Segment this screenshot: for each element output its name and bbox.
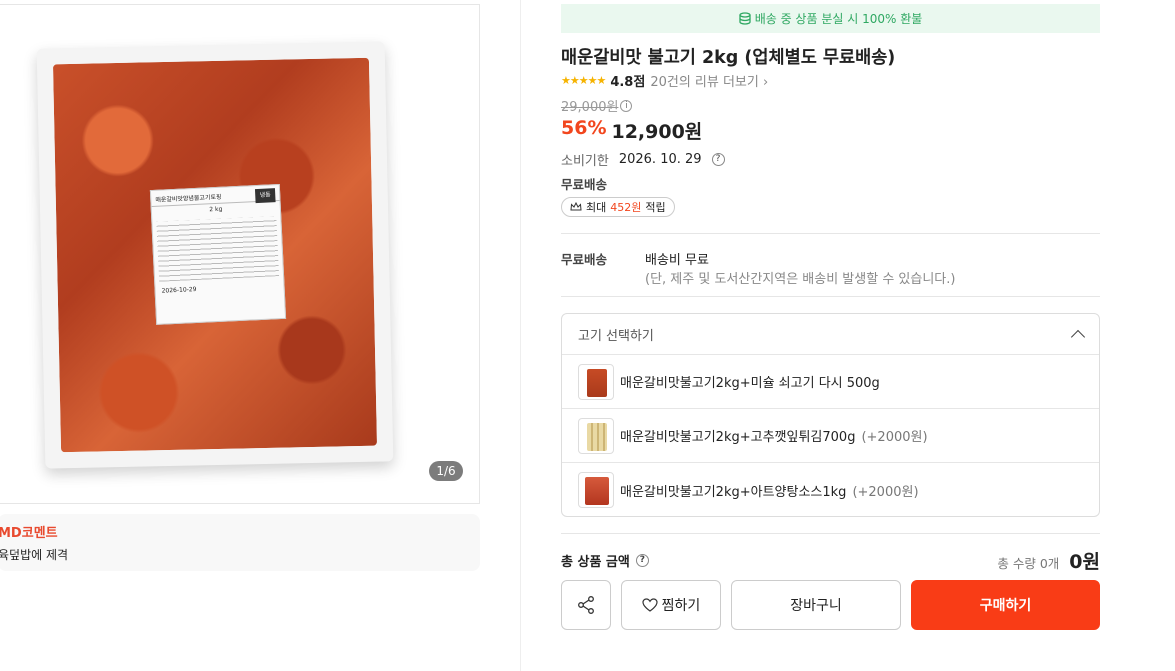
question-icon[interactable]: ? bbox=[635, 554, 649, 567]
info-icon[interactable]: i bbox=[620, 99, 633, 112]
total-price-label-row: 총 상품 금액 ? bbox=[561, 551, 649, 570]
refund-banner: 배송 중 상품 분실 시 100% 환불 bbox=[561, 4, 1100, 33]
points-badge: 최대 452원 적립 bbox=[561, 197, 675, 217]
option-name: 매운갈비맛불고기2kg+미슐 쇠고기 다시 500g bbox=[620, 376, 880, 391]
package-label: 매운갈비맛양념불고기토핑 냉동 2 kg 2026-10-29 bbox=[149, 183, 287, 325]
total-quantity: 총 수량 0개 bbox=[997, 556, 1060, 571]
expiry-label: 소비기한 bbox=[561, 154, 609, 169]
divider bbox=[561, 233, 1100, 234]
option-selector-header[interactable]: 고기 선택하기 bbox=[562, 314, 1099, 355]
md-comment-box: MD코멘트 육덮밥에 제격 bbox=[0, 514, 480, 571]
option-thumbnail bbox=[578, 363, 614, 400]
crown-icon bbox=[570, 202, 582, 211]
option-item[interactable]: 매운갈비맛불고기2kg+미슐 쇠고기 다시 500g bbox=[562, 355, 1099, 409]
divider bbox=[561, 296, 1100, 297]
rating-row: ★★★★★ 4.8점 20건의 리뷰 더보기 › bbox=[561, 71, 768, 90]
chevron-right-icon: › bbox=[762, 75, 769, 90]
refund-banner-text: 배송 중 상품 분실 시 100% 환불 bbox=[754, 12, 923, 26]
option-extra-price: (+2000원) bbox=[852, 484, 919, 500]
option-item[interactable]: 매운갈비맛불고기2kg+고추깻잎튀김700g (+2000원) bbox=[562, 409, 1099, 463]
option-extra-price: (+2000원) bbox=[861, 430, 928, 445]
buy-button[interactable]: 구매하기 bbox=[911, 580, 1100, 630]
image-counter: 1/6 bbox=[429, 461, 463, 481]
product-image: 매운갈비맛양념불고기토핑 냉동 2 kg 2026-10-29 bbox=[36, 41, 394, 469]
wishlist-button[interactable]: 찜하기 bbox=[621, 580, 721, 630]
free-shipping-tag: 무료배송 bbox=[561, 177, 608, 192]
question-icon[interactable]: ? bbox=[711, 153, 725, 166]
option-name: 매운갈비맛불고기2kg+아트양탕소스1kg bbox=[620, 484, 847, 500]
total-summary: 총 수량 0개 0원 bbox=[997, 547, 1100, 574]
heart-icon bbox=[642, 598, 658, 612]
cart-button[interactable]: 장바구니 bbox=[731, 580, 901, 630]
rating-score: 4.8점 bbox=[610, 75, 646, 90]
chevron-up-icon bbox=[1070, 329, 1086, 345]
share-icon bbox=[578, 596, 594, 614]
price-row: 56% 12,900원 bbox=[561, 117, 702, 144]
shipping-note: (단, 제주 및 도서산간지역은 배송비 발생할 수 있습니다.) bbox=[645, 272, 956, 287]
points-prefix: 최대 bbox=[586, 201, 607, 214]
points-suffix: 적립 bbox=[645, 201, 666, 214]
label-freeze-mark: 냉동 bbox=[254, 188, 276, 204]
option-thumbnail bbox=[578, 417, 614, 454]
wishlist-label: 찜하기 bbox=[661, 597, 701, 613]
review-link-label: 20건의 리뷰 더보기 bbox=[650, 75, 759, 90]
discount-rate: 56% bbox=[561, 117, 607, 139]
star-rating-icon: ★★★★★ bbox=[561, 74, 606, 87]
label-date: 2026-10-29 bbox=[161, 285, 197, 295]
md-comment-title: MD코멘트 bbox=[0, 526, 58, 541]
total-price: 0원 bbox=[1069, 551, 1100, 573]
expiry-date: 2026. 10. 29 bbox=[618, 152, 702, 167]
md-comment-text: 육덮밥에 제격 bbox=[0, 548, 69, 562]
option-name: 매운갈비맛불고기2kg+고추깻잎튀김700g bbox=[620, 430, 856, 445]
option-selector-title: 고기 선택하기 bbox=[578, 328, 654, 344]
total-price-label: 총 상품 금액 bbox=[561, 555, 630, 570]
share-button[interactable] bbox=[561, 580, 611, 630]
coin-stack-icon bbox=[739, 12, 751, 25]
sale-price: 12,900원 bbox=[611, 121, 703, 143]
option-selector: 고기 선택하기 매운갈비맛불고기2kg+미슐 쇠고기 다시 500g 매운갈비맛… bbox=[561, 313, 1100, 517]
cart-label: 장바구니 bbox=[790, 597, 842, 613]
column-divider bbox=[520, 0, 521, 671]
divider bbox=[561, 533, 1100, 534]
option-item[interactable]: 매운갈비맛불고기2kg+아트양탕소스1kg (+2000원) bbox=[562, 463, 1099, 516]
shipping-value: 배송비 무료 bbox=[645, 253, 709, 268]
buy-label: 구매하기 bbox=[979, 597, 1032, 613]
product-title: 매운갈비맛 불고기 2kg (업체별도 무료배송) bbox=[561, 48, 896, 68]
option-thumbnail bbox=[578, 472, 614, 508]
original-price-row: 29,000원 i bbox=[561, 96, 633, 115]
label-fine-print bbox=[156, 216, 280, 282]
points-value: 452원 bbox=[610, 201, 642, 214]
shipping-label: 무료배송 bbox=[561, 252, 608, 267]
expiry-row: 소비기한 2026. 10. 29 ? bbox=[561, 150, 725, 169]
review-link[interactable]: 20건의 리뷰 더보기 › bbox=[650, 71, 768, 90]
original-price: 29,000원 bbox=[561, 100, 619, 115]
product-image-gallery[interactable]: 매운갈비맛양념불고기토핑 냉동 2 kg 2026-10-29 1/6 bbox=[0, 4, 480, 504]
